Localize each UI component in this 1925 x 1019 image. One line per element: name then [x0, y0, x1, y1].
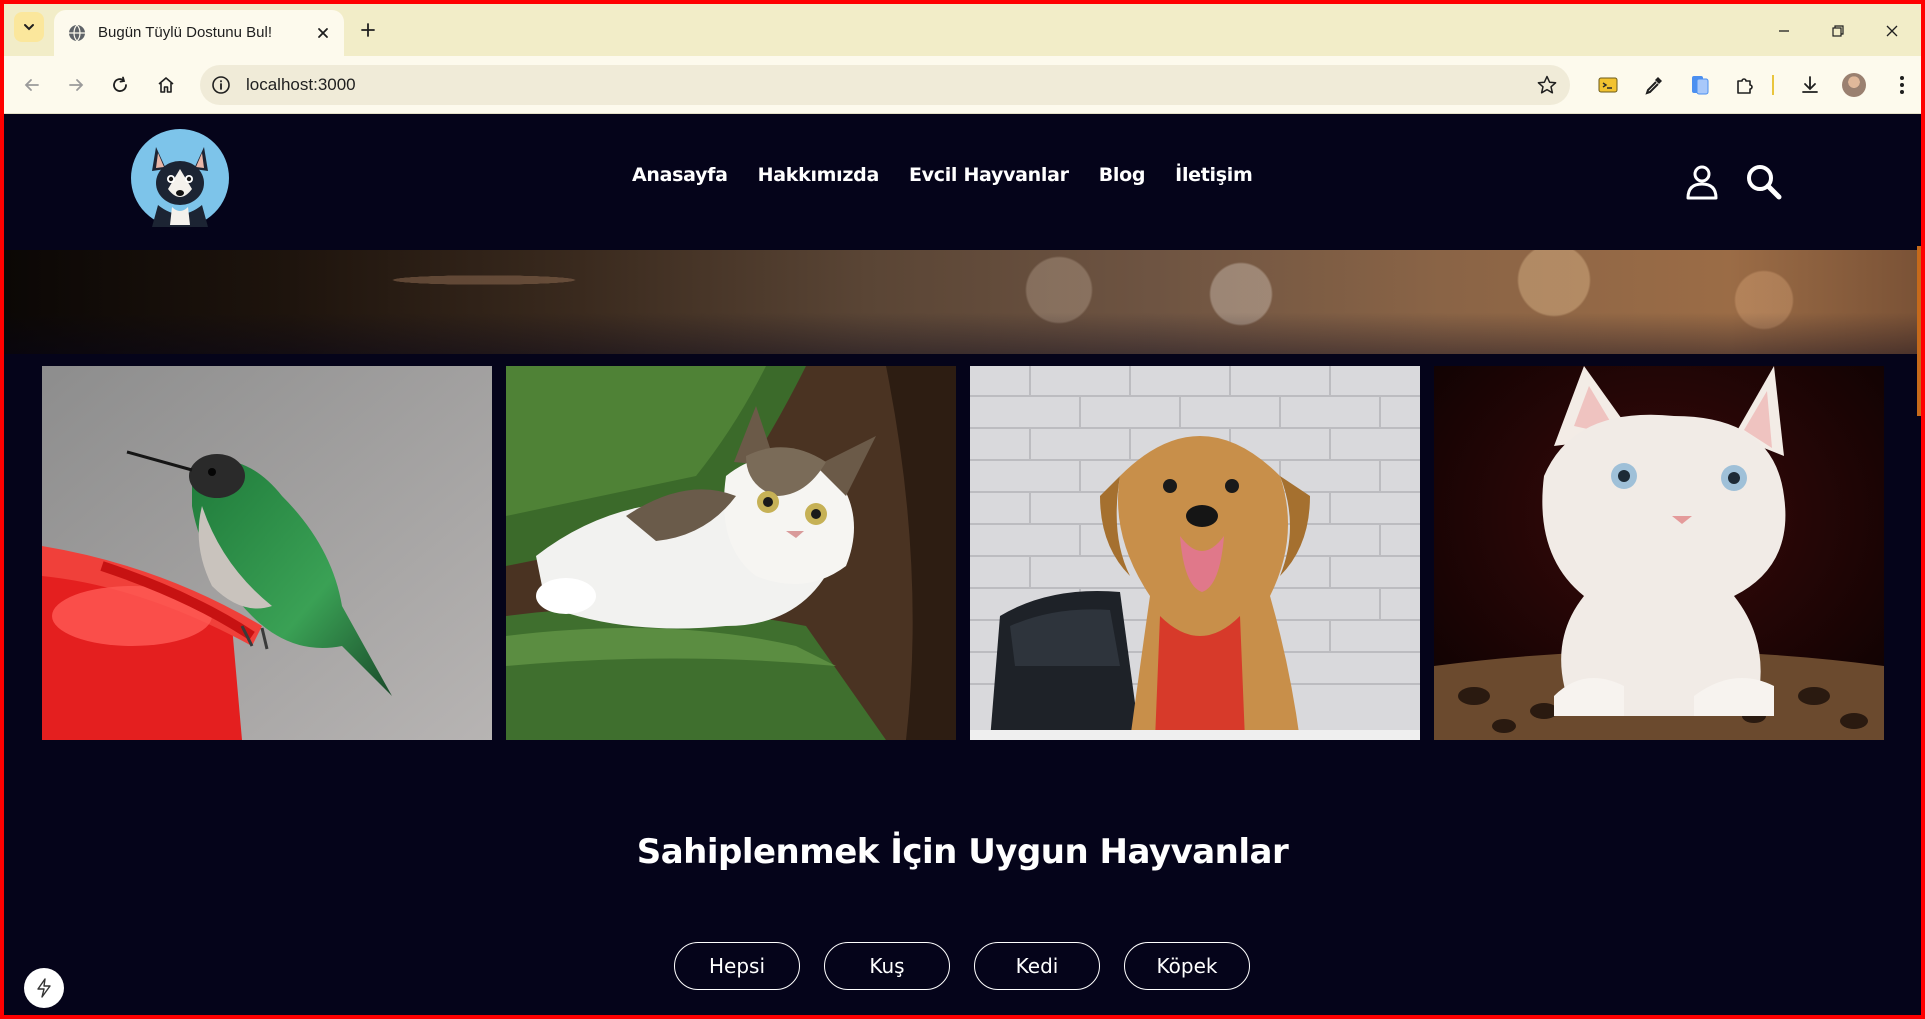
category-filters: Hepsi Kuş Kedi Köpek	[674, 942, 1250, 990]
pet-gallery	[42, 366, 1884, 742]
tab-close-button[interactable]	[312, 22, 334, 44]
close-icon	[1886, 25, 1898, 37]
nav-evcil-hayvanlar[interactable]: Evcil Hayvanlar	[909, 164, 1069, 186]
minimize-button[interactable]	[1769, 16, 1799, 46]
tab-search-button[interactable]	[14, 12, 44, 42]
more-vert-icon	[1900, 76, 1904, 94]
nav-iletisim[interactable]: İletişim	[1175, 164, 1253, 186]
filter-kedi-button[interactable]: Kedi	[974, 942, 1100, 990]
dev-tools-badge[interactable]	[24, 968, 64, 1008]
arrow-right-icon	[69, 79, 84, 91]
browser-toolbar: localhost:3000	[4, 56, 1921, 114]
new-tab-button[interactable]	[356, 18, 380, 42]
active-tab[interactable]: Bugün Tüylü Dostunu Bul!	[54, 10, 344, 56]
tab-strip: Bugün Tüylü Dostunu Bul!	[4, 4, 1921, 56]
minimize-icon	[1779, 30, 1789, 32]
eyedropper-icon	[1645, 77, 1662, 95]
browser-window: Bugün Tüylü Dostunu Bul! localhost:3000 …	[4, 4, 1921, 1015]
hero-banner	[4, 250, 1921, 354]
address-bar[interactable]: localhost:3000	[200, 65, 1570, 105]
page-scrollbar-thumb[interactable]	[1917, 246, 1921, 416]
nav-anasayfa[interactable]: Anasayfa	[632, 164, 728, 186]
dog-logo[interactable]	[128, 127, 232, 229]
restore-button[interactable]	[1823, 16, 1853, 46]
website: Anasayfa Hakkımızda Evcil Hayvanlar Blog…	[4, 114, 1921, 1015]
nav-blog[interactable]: Blog	[1099, 164, 1146, 186]
gallery-photo-tabby-cat[interactable]	[506, 366, 956, 740]
globe-icon	[69, 24, 85, 42]
info-icon[interactable]	[210, 74, 232, 96]
chevron-down-icon	[24, 24, 34, 31]
profile-avatar[interactable]	[1842, 73, 1866, 97]
browser-menu-button[interactable]	[1888, 71, 1916, 99]
toolbar-divider	[1772, 75, 1774, 95]
gallery-photo-white-kitten[interactable]	[1434, 366, 1884, 740]
gallery-photo-golden-retriever[interactable]	[970, 366, 1420, 740]
reload-icon	[113, 76, 127, 92]
tab-title: Bugün Tüylü Dostunu Bul!	[98, 24, 273, 41]
close-icon	[318, 28, 328, 38]
download-icon	[1802, 76, 1818, 93]
restore-icon	[1832, 25, 1844, 37]
url-text[interactable]: localhost:3000	[246, 75, 356, 95]
extension-device-button[interactable]	[1686, 71, 1714, 99]
terminal-extension-icon	[1598, 77, 1618, 93]
star-icon[interactable]	[1536, 74, 1558, 96]
filter-kus-button[interactable]: Kuş	[824, 942, 950, 990]
plus-icon	[361, 23, 375, 37]
puzzle-icon	[1737, 78, 1753, 94]
lightning-icon	[37, 978, 51, 998]
search-icon[interactable]	[1744, 162, 1784, 202]
extensions-button[interactable]	[1731, 71, 1759, 99]
filter-hepsi-button[interactable]: Hepsi	[674, 942, 800, 990]
back-button[interactable]	[18, 71, 46, 99]
site-header: Anasayfa Hakkımızda Evcil Hayvanlar Blog…	[4, 114, 1921, 250]
close-window-button[interactable]	[1877, 16, 1907, 46]
gallery-photo-hummingbird[interactable]	[42, 366, 492, 740]
section-title: Sahiplenmek İçin Uygun Hayvanlar	[636, 832, 1289, 872]
main-nav: Anasayfa Hakkımızda Evcil Hayvanlar Blog…	[632, 164, 1253, 186]
device-extension-icon	[1692, 76, 1709, 95]
forward-button[interactable]	[62, 71, 90, 99]
filter-kopek-button[interactable]: Köpek	[1124, 942, 1250, 990]
downloads-button[interactable]	[1796, 71, 1824, 99]
user-icon[interactable]	[1682, 162, 1722, 202]
home-icon	[158, 77, 174, 93]
reload-button[interactable]	[106, 71, 134, 99]
extension-eyedropper-button[interactable]	[1640, 71, 1668, 99]
extension-terminal-button[interactable]	[1594, 71, 1622, 99]
arrow-left-icon	[24, 79, 39, 91]
nav-hakkimizda[interactable]: Hakkımızda	[758, 164, 880, 186]
home-button[interactable]	[152, 71, 180, 99]
